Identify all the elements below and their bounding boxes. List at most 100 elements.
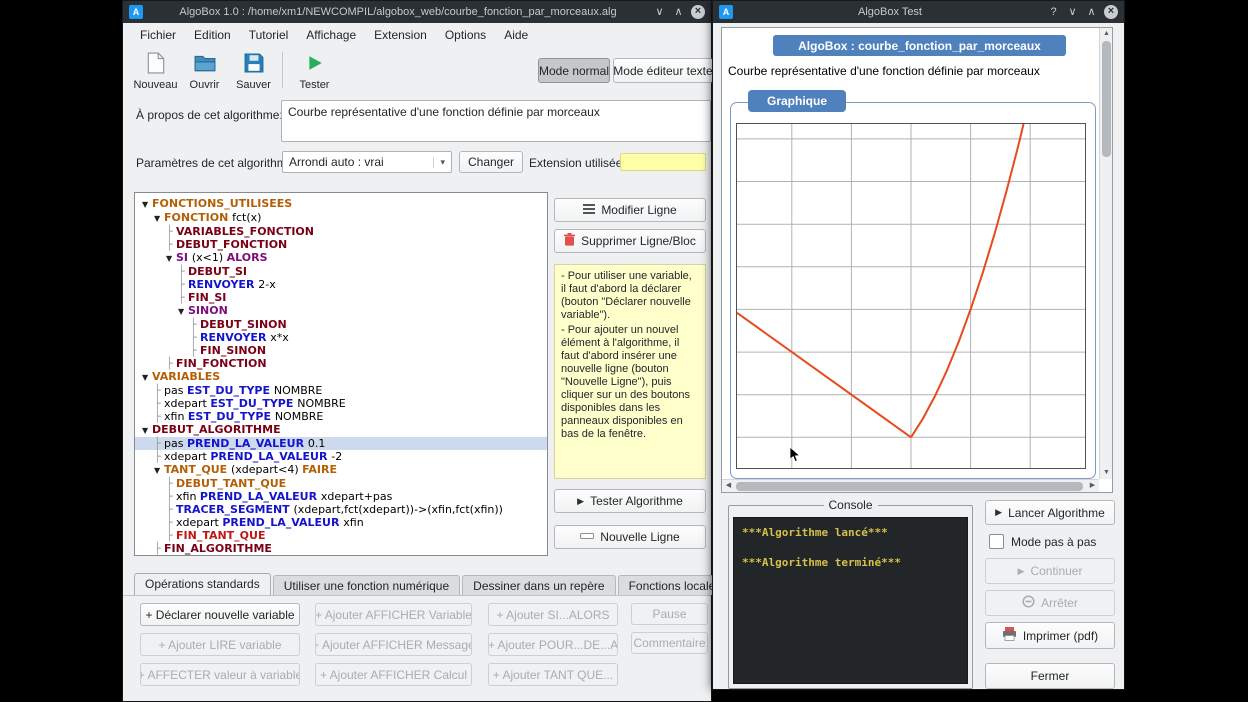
scroll-left-icon[interactable]: ◀ <box>722 480 735 492</box>
tab-utiliser-une-fonction-num-rique[interactable]: Utiliser une fonction numérique <box>273 575 460 595</box>
menu-extension[interactable]: Extension <box>365 25 436 45</box>
action-button-ajouter-pour-de-a[interactable]: + Ajouter POUR...DE...A <box>488 633 618 656</box>
tree-line[interactable]: ├DEBUT_TANT_QUE <box>135 477 547 490</box>
scroll-up-icon[interactable]: ▲ <box>1100 28 1113 40</box>
action-button-ajouter-afficher-message[interactable]: + Ajouter AFFICHER Message <box>315 633 472 656</box>
extension-input[interactable] <box>620 153 706 171</box>
tree-line[interactable]: ▼DEBUT_ALGORITHME <box>135 423 547 437</box>
stop-button[interactable]: Arrêter <box>985 590 1115 616</box>
tree-line[interactable]: ├xfin EST_DU_TYPE NOMBRE <box>135 410 547 423</box>
tree-line[interactable]: ├FIN_SI <box>135 291 547 304</box>
tree-line[interactable]: ├DEBUT_SI <box>135 265 547 278</box>
tab-dessiner-dans-un-rep-re[interactable]: Dessiner dans un repère <box>462 575 615 595</box>
horizontal-scrollbar[interactable]: ◀ ▶ <box>722 479 1099 492</box>
horizontal-scroll-thumb[interactable] <box>736 482 1083 491</box>
menu-tutoriel[interactable]: Tutoriel <box>240 25 298 45</box>
new-file-button[interactable]: Nouveau <box>131 48 180 95</box>
tree-line[interactable]: ├xdepart PREND_LA_VALEUR xfin <box>135 516 547 529</box>
save-label: Sauver <box>236 79 271 91</box>
algorithm-tree[interactable]: ▼FONCTIONS_UTILISEES▼FONCTION fct(x)├VAR… <box>134 192 548 556</box>
menu-options[interactable]: Options <box>436 25 495 45</box>
tree-line[interactable]: ├FIN_FONCTION <box>135 357 547 370</box>
tree-line[interactable]: ├xdepart EST_DU_TYPE NOMBRE <box>135 397 547 410</box>
tab-op-rations-standards[interactable]: Opérations standards <box>134 573 271 595</box>
action-button-ajouter-si-alors[interactable]: + Ajouter SI...ALORS <box>488 603 618 626</box>
delete-line-button[interactable]: Supprimer Ligne/Bloc <box>554 229 706 253</box>
scroll-right-icon[interactable]: ▶ <box>1086 480 1099 492</box>
minimize-icon[interactable]: ∨ <box>1066 1 1079 23</box>
tree-line[interactable]: ├DEBUT_SINON <box>135 318 547 331</box>
action-button-pause[interactable]: Pause <box>631 603 708 625</box>
close-dialog-button[interactable]: Fermer <box>985 663 1115 689</box>
mode-normal-button[interactable]: Mode normal <box>538 58 610 83</box>
print-pdf-button[interactable]: Imprimer (pdf) <box>985 622 1115 649</box>
maximize-icon[interactable]: ∧ <box>1085 1 1098 23</box>
toolbar: Nouveau Ouvrir Sauver Tester Mode normal… <box>123 47 711 93</box>
tree-line[interactable]: ├RENVOYER 2-x <box>135 278 547 291</box>
tree-line[interactable]: ▼SI (x<1) ALORS <box>135 251 547 265</box>
tree-expand-icon[interactable]: ▼ <box>178 305 188 318</box>
vertical-scrollbar[interactable]: ▲ ▼ <box>1099 28 1112 479</box>
action-button-affecter-valeur-variable[interactable]: + AFFECTER valeur à variable <box>140 663 300 686</box>
test-titlebar[interactable]: A AlgoBox Test ? ∨ ∧ × <box>713 1 1124 23</box>
tree-expand-icon[interactable]: ▼ <box>142 371 152 384</box>
tree-line[interactable]: ▼FONCTIONS_UTILISEES <box>135 197 547 211</box>
tree-expand-icon[interactable]: ▼ <box>154 464 164 477</box>
tree-line[interactable]: ├TRACER_SEGMENT (xdepart,fct(xdepart))->… <box>135 503 547 516</box>
tree-expand-icon[interactable]: ▼ <box>142 424 152 437</box>
tree-line[interactable]: ▼SINON <box>135 304 547 318</box>
new-line-button[interactable]: Nouvelle Ligne <box>554 525 706 549</box>
about-textarea[interactable]: Courbe représentative d'une fonction déf… <box>281 100 711 142</box>
change-button[interactable]: Changer <box>459 151 523 173</box>
menu-edition[interactable]: Edition <box>185 25 240 45</box>
vertical-scroll-thumb[interactable] <box>1102 41 1111 157</box>
tree-line[interactable]: ▼TANT_QUE (xdepart<4) FAIRE <box>135 463 547 477</box>
modify-line-button[interactable]: Modifier Ligne <box>554 198 706 222</box>
close-icon[interactable]: × <box>691 5 705 19</box>
help-icon[interactable]: ? <box>1047 1 1060 23</box>
main-titlebar[interactable]: A AlgoBox 1.0 : /home/xm1/NEWCOMPIL/algo… <box>123 1 711 23</box>
tree-line[interactable]: ├FIN_TANT_QUE <box>135 529 547 542</box>
action-column: + Déclarer nouvelle variable + Ajouter LI… <box>140 596 300 686</box>
action-button-ajouter-afficher-variable[interactable]: + Ajouter AFFICHER Variable <box>315 603 472 626</box>
menu-aide[interactable]: Aide <box>495 25 537 45</box>
tree-line[interactable]: ├FIN_ALGORITHME <box>135 542 547 555</box>
tree-line[interactable]: ├pas PREND_LA_VALEUR 0.1 <box>135 437 547 450</box>
tree-line[interactable]: ├FIN_SINON <box>135 344 547 357</box>
tree-line[interactable]: ├pas EST_DU_TYPE NOMBRE <box>135 384 547 397</box>
tree-line[interactable]: ▼VARIABLES <box>135 370 547 384</box>
menu-fichier[interactable]: Fichier <box>131 25 185 45</box>
save-button[interactable]: Sauver <box>229 48 278 95</box>
step-mode-row[interactable]: Mode pas à pas <box>989 534 1096 549</box>
tree-line[interactable]: ▼FONCTION fct(x) <box>135 211 547 225</box>
tree-token: -2 <box>331 450 342 463</box>
action-button-ajouter-tant-que[interactable]: + Ajouter TANT QUE... <box>488 663 618 686</box>
params-combobox[interactable]: Arrondi auto : vrai ▾ <box>282 151 452 173</box>
tree-expand-icon[interactable]: ▼ <box>154 212 164 225</box>
tree-line[interactable]: ├xfin PREND_LA_VALEUR xdepart+pas <box>135 490 547 503</box>
tree-branch-icon: ├ <box>166 357 176 370</box>
minimize-icon[interactable]: ∨ <box>653 1 666 23</box>
tree-line[interactable]: ├RENVOYER x*x <box>135 331 547 344</box>
maximize-icon[interactable]: ∧ <box>672 1 685 23</box>
tree-line[interactable]: ├xdepart PREND_LA_VALEUR -2 <box>135 450 547 463</box>
continue-button[interactable]: ▶ Continuer <box>985 558 1115 584</box>
close-icon[interactable]: × <box>1104 5 1118 19</box>
tree-line[interactable]: ├VARIABLES_FONCTION <box>135 225 547 238</box>
menu-affichage[interactable]: Affichage <box>297 25 365 45</box>
action-button-ajouter-lire-variable[interactable]: + Ajouter LIRE variable <box>140 633 300 656</box>
test-algorithm-button[interactable]: ▶ Tester Algorithme <box>554 489 706 513</box>
tree-expand-icon[interactable]: ▼ <box>166 252 176 265</box>
run-algorithm-button[interactable]: ▶ Lancer Algorithme <box>985 500 1115 525</box>
action-button-ajouter-afficher-calcul[interactable]: + Ajouter AFFICHER Calcul <box>315 663 472 686</box>
tab-graphique[interactable]: Graphique <box>748 90 846 112</box>
tree-line[interactable]: ├DEBUT_FONCTION <box>135 238 547 251</box>
test-button[interactable]: Tester <box>290 48 339 95</box>
action-button-commentaire[interactable]: Commentaire <box>631 632 708 654</box>
tree-expand-icon[interactable]: ▼ <box>142 198 152 211</box>
mode-editor-button[interactable]: Mode éditeur texte <box>613 58 713 83</box>
open-file-button[interactable]: Ouvrir <box>180 48 229 95</box>
action-button-d-clarer-nouvelle-variable[interactable]: + Déclarer nouvelle variable <box>140 603 300 626</box>
step-mode-checkbox[interactable] <box>989 534 1004 549</box>
scroll-down-icon[interactable]: ▼ <box>1100 467 1113 479</box>
